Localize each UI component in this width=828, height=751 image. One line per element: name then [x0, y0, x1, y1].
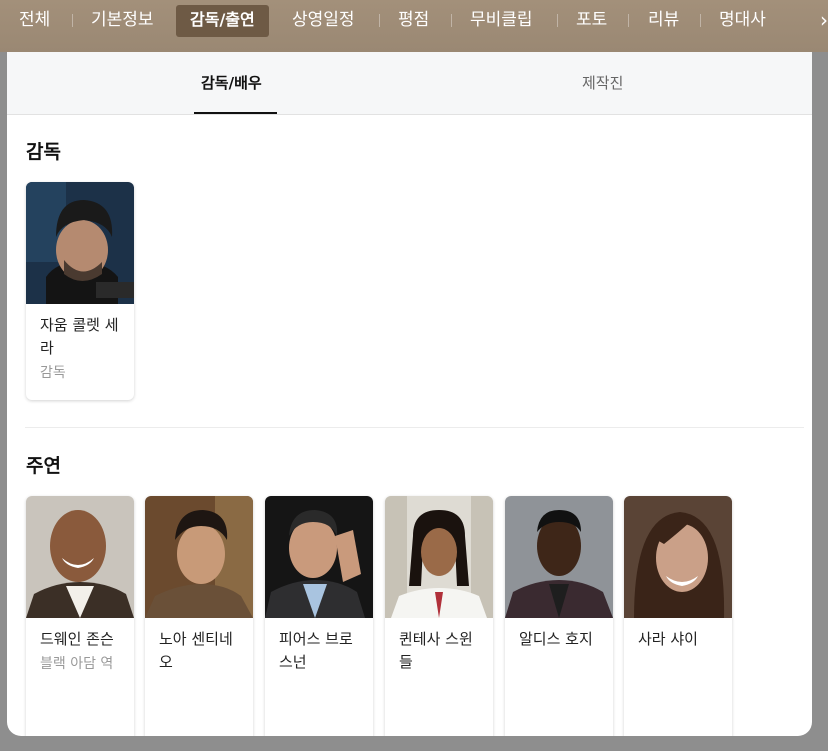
active-tab-underline	[194, 112, 277, 114]
section-divider	[25, 427, 804, 428]
nav-item-review[interactable]: 리뷰	[648, 5, 679, 37]
person-name: 노아 센티네오	[159, 630, 233, 671]
nav-next-arrow-icon[interactable]: ›	[820, 8, 828, 32]
person-name: 드웨인 존슨	[40, 630, 114, 648]
person-name: 피어스 브로스넌	[279, 630, 353, 671]
top-nav: 전체 기본정보 감독/출연 상영일정 평점 무비클립 포토 리뷰 명대사 ›	[0, 0, 828, 52]
person-name: 사라 샤이	[638, 630, 698, 648]
nav-separator	[557, 14, 558, 27]
tab-director-actors[interactable]: 감독/배우	[201, 52, 262, 114]
nav-separator	[700, 14, 701, 27]
person-card[interactable]: 드웨인 존슨 블랙 아담 역	[26, 496, 134, 736]
content-panel: 감독/배우 제작진 감독 자움 콜렛 세라 감독 주연 드웨인 존슨 블랙 아담…	[7, 52, 812, 736]
person-photo	[265, 496, 373, 618]
nav-item-info[interactable]: 기본정보	[91, 5, 154, 37]
person-role	[624, 651, 732, 653]
person-photo	[505, 496, 613, 618]
person-role	[145, 674, 253, 676]
nav-separator	[72, 14, 73, 27]
person-role: 감독	[40, 365, 66, 381]
nav-item-quotes[interactable]: 명대사	[719, 5, 766, 37]
nav-item-photo[interactable]: 포토	[576, 5, 607, 37]
person-card[interactable]: 노아 센티네오	[145, 496, 253, 736]
person-photo	[26, 182, 134, 304]
person-role	[505, 651, 613, 653]
person-photo	[385, 496, 493, 618]
person-name: 알디스 호지	[519, 630, 593, 648]
person-photo	[624, 496, 732, 618]
person-role	[385, 674, 493, 676]
nav-separator	[628, 14, 629, 27]
person-card[interactable]: 사라 샤이	[624, 496, 732, 736]
nav-item-cast[interactable]: 감독/출연	[176, 5, 269, 37]
person-photo	[26, 496, 134, 618]
nav-separator	[379, 14, 380, 27]
nav-item-schedule[interactable]: 상영일정	[292, 5, 355, 37]
nav-item-rating[interactable]: 평점	[398, 5, 429, 37]
tab-crew[interactable]: 제작진	[582, 52, 623, 114]
person-photo	[145, 496, 253, 618]
nav-item-all[interactable]: 전체	[19, 5, 50, 37]
section-title-cast: 주연	[26, 455, 61, 477]
subtab-bar: 감독/배우 제작진	[7, 52, 812, 115]
person-card[interactable]: 퀸테사 스윈들	[385, 496, 493, 736]
nav-item-clips[interactable]: 무비클립	[470, 5, 533, 37]
nav-separator	[451, 14, 452, 27]
person-card[interactable]: 자움 콜렛 세라 감독	[26, 182, 134, 400]
person-name: 퀸테사 스윈들	[399, 630, 473, 671]
section-title-director: 감독	[26, 141, 61, 163]
person-role	[265, 674, 373, 676]
person-name: 자움 콜렛 세라	[40, 316, 119, 357]
person-card[interactable]: 알디스 호지	[505, 496, 613, 736]
person-card[interactable]: 피어스 브로스넌	[265, 496, 373, 736]
person-role: 블랙 아담 역	[40, 656, 114, 672]
